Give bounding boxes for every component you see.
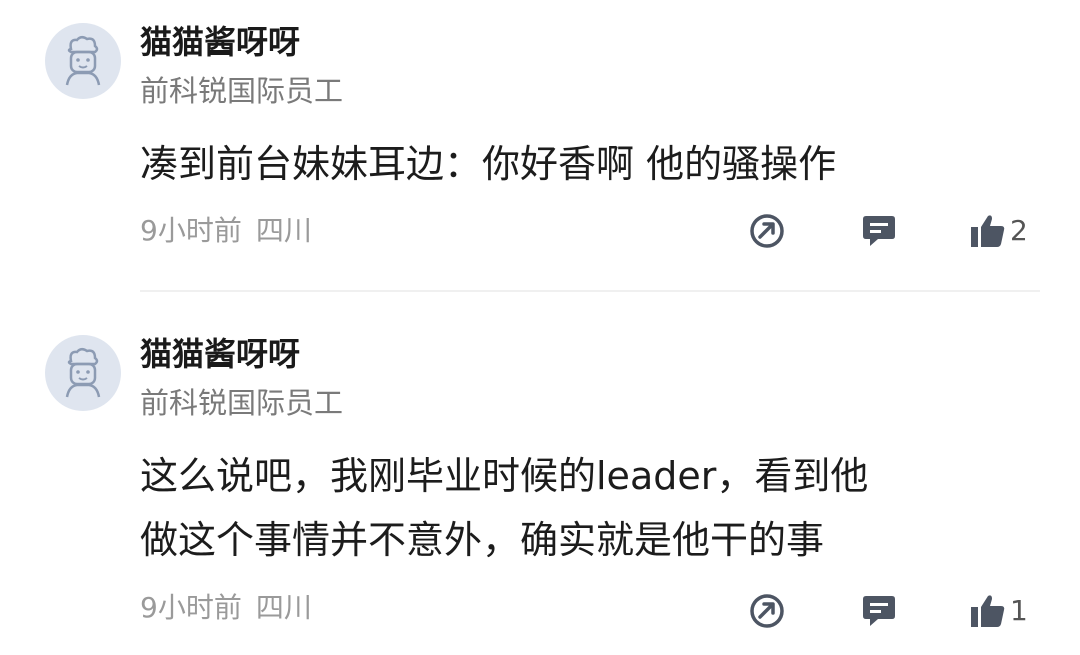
location: 四川 xyxy=(255,591,312,624)
like-count: 2 xyxy=(1010,214,1028,247)
reply-button[interactable] xyxy=(860,591,898,631)
comment-text-line: 凑到前台妹妹耳边：你好香啊 他的骚操作 xyxy=(140,142,837,186)
comment-meta: 9小时前 四川 xyxy=(140,213,312,249)
comment-text: 这么说吧，我刚毕业时候的leader，看到他 做这个事情并不意外，确实就是他干的… xyxy=(140,444,1040,572)
comment-item: 猫猫酱呀呀 前科锐国际员工 凑到前台妹妹耳边：你好香啊 他的骚操作 9小时前 四川… xyxy=(0,0,1080,292)
thumbs-up-icon xyxy=(971,595,1005,627)
share-button[interactable] xyxy=(748,591,786,631)
reply-button[interactable] xyxy=(860,211,898,251)
avatar[interactable] xyxy=(45,23,121,99)
comment-meta: 9小时前 四川 xyxy=(140,590,312,626)
share-icon xyxy=(750,214,784,248)
comment-text-line: 做这个事情并不意外，确实就是他干的事 xyxy=(140,518,825,562)
comment-item: 猫猫酱呀呀 前科锐国际员工 这么说吧，我刚毕业时候的leader，看到他 做这个… xyxy=(0,312,1080,655)
divider xyxy=(140,290,1040,292)
share-icon xyxy=(750,594,784,628)
share-button[interactable] xyxy=(748,211,786,251)
avatar[interactable] xyxy=(45,335,121,411)
timestamp: 9小时前 xyxy=(140,591,242,624)
like-button[interactable]: 1 xyxy=(968,591,1028,631)
location: 四川 xyxy=(255,214,312,247)
comment-text-line: 这么说吧，我刚毕业时候的leader，看到他 xyxy=(140,454,869,498)
thumbs-up-icon xyxy=(971,215,1005,247)
user-title: 前科锐国际员工 xyxy=(140,74,344,108)
avatar-icon xyxy=(65,348,101,398)
like-button[interactable]: 2 xyxy=(968,211,1028,251)
username[interactable]: 猫猫酱呀呀 xyxy=(140,334,300,374)
reply-icon xyxy=(863,216,895,246)
avatar-icon xyxy=(65,36,101,86)
reply-icon xyxy=(863,596,895,626)
user-title: 前科锐国际员工 xyxy=(140,386,344,420)
username[interactable]: 猫猫酱呀呀 xyxy=(140,22,300,62)
like-count: 1 xyxy=(1010,594,1028,627)
comment-text: 凑到前台妹妹耳边：你好香啊 他的骚操作 xyxy=(140,132,1040,196)
timestamp: 9小时前 xyxy=(140,214,242,247)
